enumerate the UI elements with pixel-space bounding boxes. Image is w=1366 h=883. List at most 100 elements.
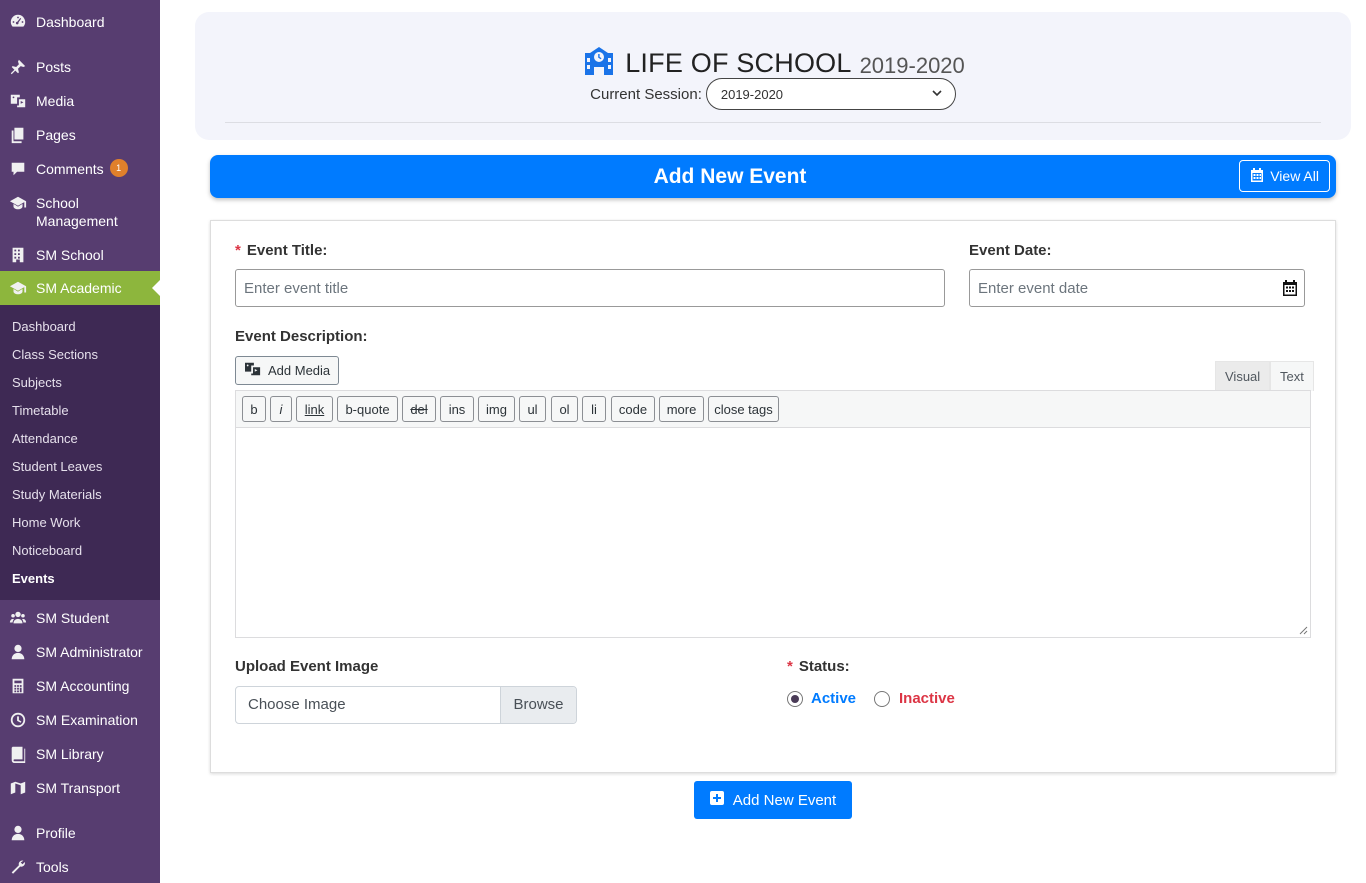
event-form: * Event Title: Event Date: Event Descript… — [210, 220, 1336, 773]
status-inactive-radio[interactable] — [874, 691, 890, 707]
session-label: Current Session: — [590, 85, 702, 103]
menu-label-line2: Management — [36, 213, 118, 229]
menu-item-school-management[interactable]: School Management — [0, 193, 160, 230]
media-icon — [8, 91, 28, 111]
submenu-item-study-materials[interactable]: Study Materials — [12, 487, 102, 502]
status-label: * Status: — [787, 658, 850, 675]
event-date-input[interactable] — [969, 269, 1305, 307]
required-marker: * — [787, 658, 793, 675]
menu-label: Profile — [36, 825, 76, 841]
tab-text[interactable]: Text — [1270, 361, 1314, 391]
tab-visual[interactable]: Visual — [1215, 361, 1271, 391]
page-title: Add New Event — [653, 165, 807, 188]
view-all-button[interactable]: View All — [1239, 160, 1330, 192]
qt-blockquote-button[interactable]: b-quote — [337, 396, 398, 422]
description-textarea[interactable] — [235, 427, 1311, 638]
menu-label: Media — [36, 93, 75, 109]
menu-label-line1: School — [36, 195, 79, 211]
event-title-label: * Event Title: — [235, 242, 327, 259]
resize-handle-icon[interactable] — [1299, 626, 1308, 635]
quicktags-toolbar: b i link b-quote del ins img ul ol li co… — [235, 390, 1311, 428]
book-icon — [8, 744, 28, 764]
image-file-input[interactable]: Choose Image Browse — [235, 686, 577, 724]
required-marker: * — [235, 242, 241, 259]
menu-item-profile[interactable]: Profile — [0, 823, 160, 843]
qt-bold-button[interactable]: b — [242, 396, 266, 422]
dashboard-icon — [8, 12, 28, 32]
calculator-icon — [8, 676, 28, 696]
menu-label: SM Academic — [36, 280, 122, 296]
sm-academic-submenu: Dashboard Class Sections Subjects Timeta… — [0, 305, 160, 600]
submenu-item-noticeboard[interactable]: Noticeboard — [12, 543, 82, 558]
menu-label: Comments — [36, 161, 104, 177]
users-icon — [8, 608, 28, 628]
status-active-label[interactable]: Active — [811, 690, 856, 707]
submenu-item-subjects[interactable]: Subjects — [12, 375, 62, 390]
menu-label: SM Student — [36, 610, 110, 626]
menu-item-sm-accounting[interactable]: SM Accounting — [0, 676, 160, 696]
qt-li-button[interactable]: li — [582, 396, 606, 422]
pages-icon — [8, 125, 28, 145]
menu-item-sm-examination[interactable]: SM Examination — [0, 710, 160, 730]
submenu-item-events[interactable]: Events — [12, 571, 55, 586]
submenu-item-class-sections[interactable]: Class Sections — [12, 347, 98, 362]
menu-label: SM Library — [36, 746, 104, 762]
event-title-input[interactable] — [235, 269, 945, 307]
qt-ul-button[interactable]: ul — [519, 396, 546, 422]
calendar-icon — [1250, 167, 1270, 185]
menu-item-comments[interactable]: Comments 1 — [0, 159, 160, 179]
school-icon — [581, 46, 625, 81]
submenu-item-timetable[interactable]: Timetable — [12, 403, 69, 418]
upload-image-label: Upload Event Image — [235, 658, 379, 675]
event-description-label: Event Description: — [235, 328, 368, 345]
submenu-item-student-leaves[interactable]: Student Leaves — [12, 459, 102, 474]
qt-close-tags-button[interactable]: close tags — [708, 396, 779, 422]
status-inactive-label[interactable]: Inactive — [899, 690, 955, 707]
menu-item-sm-student[interactable]: SM Student — [0, 608, 160, 628]
graduation-cap-icon — [8, 193, 28, 213]
admin-sidebar: Dashboard Posts Media Pages Comments 1 S… — [0, 0, 160, 883]
menu-label: Tools — [36, 859, 69, 875]
menu-label: Posts — [36, 59, 72, 75]
qt-more-button[interactable]: more — [659, 396, 704, 422]
menu-item-pages[interactable]: Pages — [0, 125, 160, 145]
status-active-radio[interactable] — [787, 691, 803, 707]
submenu-item-home-work[interactable]: Home Work — [12, 515, 80, 530]
pin-icon — [8, 57, 28, 77]
menu-label: SM School — [36, 247, 104, 263]
menu-item-tools[interactable]: Tools — [0, 857, 160, 877]
submenu-item-attendance[interactable]: Attendance — [12, 431, 78, 446]
menu-item-sm-administrator[interactable]: SM Administrator — [0, 642, 160, 662]
qt-ol-button[interactable]: ol — [551, 396, 578, 422]
menu-item-sm-academic[interactable]: SM Academic — [0, 271, 160, 305]
header-divider — [225, 122, 1321, 123]
browse-button[interactable]: Browse — [500, 687, 576, 723]
add-media-button[interactable]: Add Media — [235, 356, 340, 385]
menu-item-dashboard[interactable]: Dashboard — [0, 12, 160, 32]
qt-img-button[interactable]: img — [478, 396, 515, 422]
graduation-cap-icon — [8, 278, 28, 298]
page-title-bar: Add New Event View All — [210, 155, 1336, 198]
calendar-icon[interactable] — [1282, 280, 1298, 296]
qt-link-button[interactable]: link — [296, 396, 333, 422]
menu-item-media[interactable]: Media — [0, 91, 160, 111]
session-select[interactable]: 2019-2020 — [705, 78, 956, 110]
menu-item-posts[interactable]: Posts — [0, 57, 160, 77]
menu-item-sm-library[interactable]: SM Library — [0, 744, 160, 764]
qt-del-button[interactable]: del — [402, 396, 436, 422]
add-new-event-button[interactable]: Add New Event — [694, 781, 852, 819]
qt-ins-button[interactable]: ins — [440, 396, 474, 422]
submenu-item-dashboard[interactable]: Dashboard — [12, 319, 76, 334]
comment-count-badge: 1 — [109, 159, 128, 177]
admin-user-icon — [8, 642, 28, 662]
qt-italic-button[interactable]: i — [270, 396, 292, 422]
menu-item-sm-transport[interactable]: SM Transport — [0, 778, 160, 798]
session-row: Current Session: 2019-2020 — [195, 78, 1351, 110]
clock-icon — [8, 710, 28, 730]
menu-item-sm-school[interactable]: SM School — [0, 245, 160, 265]
menu-label: School Management — [36, 193, 118, 230]
event-date-label: Event Date: — [969, 242, 1052, 259]
menu-label: SM Administrator — [36, 644, 143, 660]
event-title-label-text: Event Title: — [246, 242, 328, 259]
qt-code-button[interactable]: code — [611, 396, 655, 422]
